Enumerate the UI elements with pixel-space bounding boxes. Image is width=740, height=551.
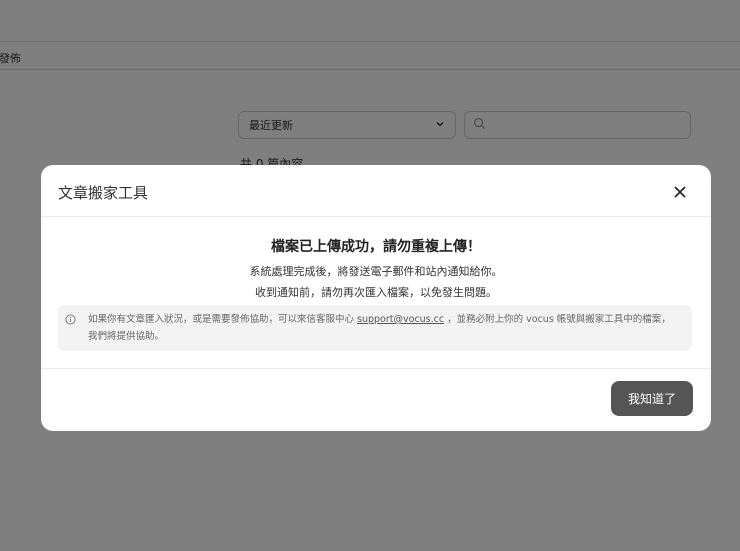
close-button[interactable]: [669, 181, 691, 203]
dialog-title: 文章搬家工具: [58, 184, 149, 202]
close-icon[interactable]: [674, 183, 686, 202]
footer-divider: [41, 368, 711, 369]
message-line-1: 系統處理完成後，將發送電子郵件和站內通知給你。: [249, 265, 503, 278]
notice-text-before: 如果你有文章匯入狀況，或是需要發佈協助，可以來信客服中心: [88, 314, 358, 325]
support-email-link[interactable]: support@vocus.cc: [357, 314, 444, 325]
dialog-header: 文章搬家工具: [41, 165, 711, 217]
confirm-button[interactable]: 我知道了: [611, 381, 693, 416]
import-success-dialog: 文章搬家工具 檔案已上傳成功，請勿重複上傳！ 系統處理完成後，將發送電子郵件和站…: [41, 165, 711, 431]
info-icon: [65, 314, 76, 325]
success-heading: 檔案已上傳成功，請勿重複上傳！: [271, 239, 481, 255]
message-line-2: 收到通知前，請勿再次匯入檔案，以免發生問題。: [255, 286, 497, 299]
support-notice: 如果你有文章匯入狀況，或是需要發佈協助，可以來信客服中心 support@voc…: [58, 305, 692, 351]
